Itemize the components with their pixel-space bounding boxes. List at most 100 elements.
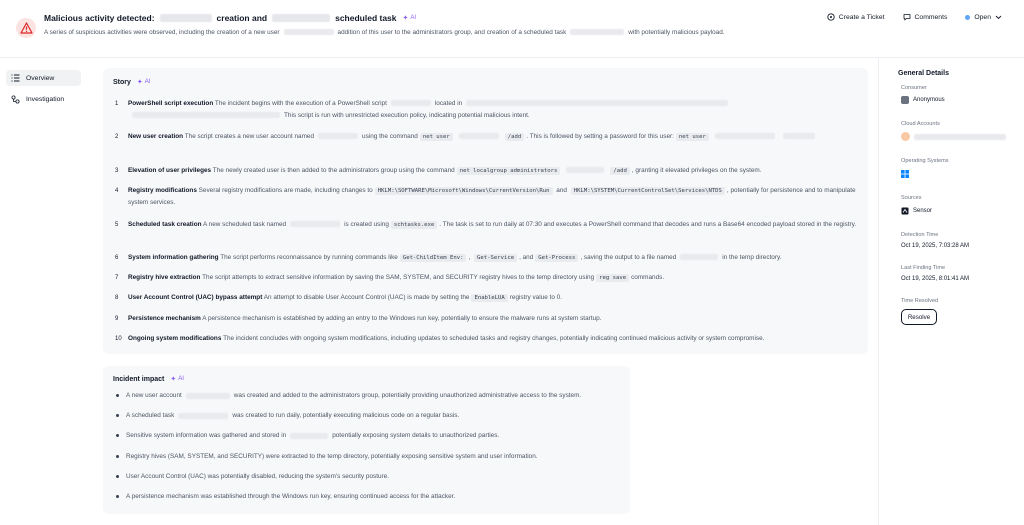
code-snippet: Get-ChildItem Env: [399, 254, 467, 262]
story-item: 5 Scheduled task creation A new schedule… [115, 219, 860, 231]
list-icon [11, 74, 20, 82]
story-number: 4 [115, 188, 119, 194]
redacted-text [782, 133, 815, 140]
cloud-accounts-value [901, 132, 1006, 141]
title-prefix: Malicious activity detected: [44, 13, 155, 23]
story-item: 8 User Account Control (UAC) bypass atte… [115, 292, 860, 304]
create-ticket-button[interactable]: Create a Ticket [827, 13, 885, 21]
code-snippet: net localgroup administrators [456, 167, 561, 175]
ai-badge: ✦ AI [403, 14, 417, 22]
story-heading: PowerShell script execution [128, 100, 214, 107]
chevron-down-icon [995, 15, 1002, 19]
story-text: New user creation The script creates a n… [128, 131, 860, 143]
impact-part: Sensitive system information was gathere… [126, 432, 287, 439]
story-item: 7 Registry hive extraction The script at… [115, 272, 860, 284]
nav-item-investigation[interactable]: Investigation [6, 91, 81, 107]
redacted-username [159, 14, 212, 22]
redacted-task-name [272, 14, 331, 22]
sensor-icon [901, 207, 909, 215]
sparkle-icon: ✦ [170, 376, 177, 383]
redacted-text [466, 100, 729, 107]
bullet [116, 495, 119, 498]
impact-title: Incident impact ✦ AI [113, 375, 184, 384]
ai-badge: ✦ AI [170, 375, 184, 383]
impact-part: potentially exposing system details to u… [332, 432, 500, 439]
time-resolved-label: Time Resolved [901, 298, 939, 304]
create-ticket-label: Create a Ticket [838, 13, 885, 21]
comments-label: Comments [914, 13, 948, 21]
story-part: The newly created user is then added to … [212, 167, 455, 174]
impact-part: A persistence mechanism was established … [126, 493, 456, 500]
story-part: located in [434, 100, 463, 107]
last-finding-label: Last Finding Time [901, 265, 946, 271]
user-icon [901, 96, 909, 104]
story-text: Scheduled task creation A new scheduled … [128, 219, 860, 231]
page-title: Malicious activity detected: creation an… [44, 13, 416, 23]
sparkle-icon: ✦ [402, 15, 409, 22]
impact-part: was created and added to the administrat… [233, 392, 582, 399]
impact-title-text: Incident impact [113, 375, 165, 383]
story-part: is created using [344, 221, 389, 228]
sources-value: Sensor [901, 207, 932, 215]
story-part: Several registry modifications are made,… [198, 187, 373, 194]
code-snippet: net user [419, 133, 453, 141]
story-text: User Account Control (UAC) bypass attemp… [128, 292, 860, 304]
story-number: 10 [115, 336, 122, 342]
code-snippet: net user [675, 133, 709, 141]
story-text: Elevation of user privileges The newly c… [128, 165, 860, 177]
impact-part: A scheduled task [126, 412, 175, 419]
bullet [116, 475, 119, 478]
story-number: 6 [115, 255, 119, 261]
story-number: 5 [115, 222, 119, 228]
nav-label: Overview [26, 74, 55, 82]
story-part: , and [519, 254, 534, 261]
redacted-text [290, 432, 329, 439]
story-heading: System information gathering [128, 254, 219, 261]
consumer-value: Anonymous [901, 96, 945, 104]
general-details-panel: General Details Consumer Anonymous Cloud… [878, 58, 1024, 525]
story-number: 9 [115, 316, 119, 322]
impact-part: Registry hives (SAM, SYSTEM, and SECURIT… [126, 453, 538, 460]
redacted-text [680, 254, 719, 261]
redacted-text [290, 221, 341, 228]
story-number: 1 [115, 101, 119, 107]
story-part: . The task is set to run daily at 07:30 … [439, 221, 857, 228]
incident-summary: A series of suspicious activities were o… [44, 27, 734, 38]
redacted-text [178, 412, 229, 419]
ai-label: AI [410, 15, 417, 21]
story-part: The script performs reconnaissance by ru… [220, 254, 398, 261]
resolve-button[interactable]: Resolve [901, 309, 937, 325]
bullet [116, 455, 119, 458]
impact-item: User Account Control (UAC) was potential… [116, 473, 626, 480]
story-number: 8 [115, 295, 119, 301]
story-part: using the command [362, 133, 418, 140]
sources-label: Sources [901, 195, 922, 201]
story-part: This script is run with unrestricted exe… [284, 112, 530, 119]
story-heading: Registry hive extraction [128, 274, 201, 281]
bullet [116, 414, 119, 417]
summary-part: A series of suspicious activities were o… [44, 29, 280, 36]
consumer-label: Consumer [901, 85, 927, 91]
story-item: 2 New user creation The script creates a… [115, 131, 860, 143]
code-snippet: HKLM:\SOFTWARE\Microsoft\Windows\Current… [374, 187, 553, 195]
story-part: A persistence mechanism is established b… [202, 315, 602, 322]
story-part: The incident begins with the execution o… [214, 100, 387, 107]
story-part: . This is followed by setting a password… [526, 133, 674, 140]
code-snippet: HKLM:\SYSTEM\CurrentControlSet\Services\… [570, 187, 725, 195]
nav-item-overview[interactable]: Overview [6, 70, 81, 86]
comments-button[interactable]: Comments [903, 13, 948, 21]
status-dropdown[interactable]: Open [965, 14, 1002, 21]
redacted-text [566, 167, 605, 174]
cloud-accounts-label: Cloud Accounts [901, 121, 940, 127]
redacted-text [283, 29, 334, 36]
story-part: commands. [631, 274, 665, 281]
redacted-text [458, 133, 499, 140]
code-snippet: reg save [596, 274, 630, 282]
impact-item: Registry hives (SAM, SYSTEM, and SECURIT… [116, 453, 626, 460]
impact-card: Incident impact ✦ AI A new user account wa… [103, 366, 630, 514]
investigation-icon [11, 94, 20, 104]
bullet [116, 394, 119, 397]
story-title-text: Story [113, 78, 131, 86]
status-label: Open [974, 13, 991, 21]
bullet [116, 434, 119, 437]
